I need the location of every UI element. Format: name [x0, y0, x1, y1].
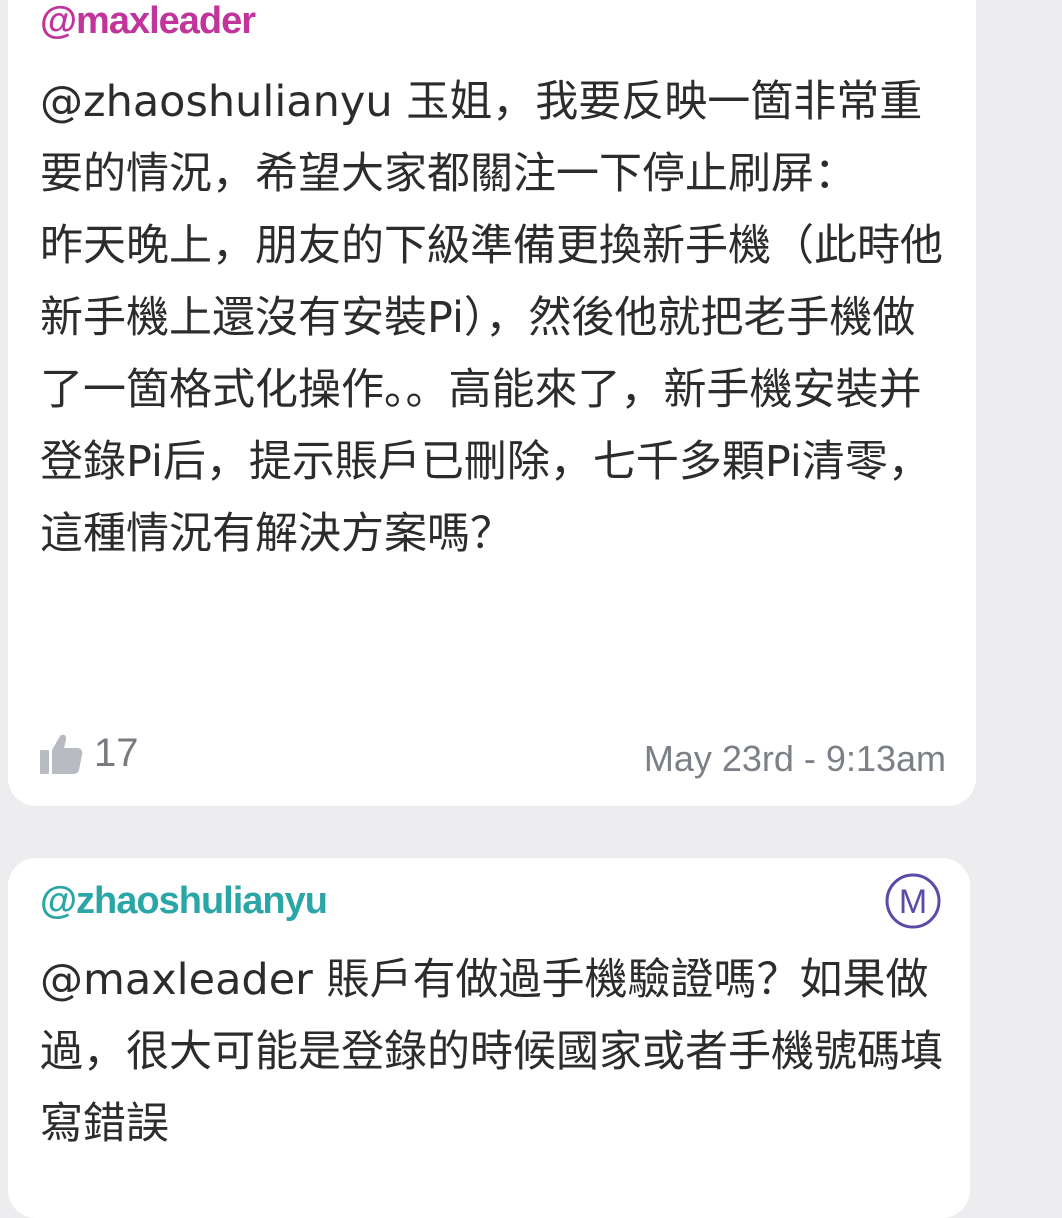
comment-card: @maxleader @zhaoshulianyu 玉姐，我要反映一箇非常重要的…: [8, 0, 976, 806]
thumbs-up-icon: [40, 734, 83, 774]
comment-text: @zhaoshulianyu 玉姐，我要反映一箇非常重要的情況，希望大家都關注一…: [40, 77, 943, 559]
comment-footer: 17 May 23rd - 9:13am: [38, 730, 946, 790]
comment-author[interactable]: @maxleader: [40, 0, 256, 43]
moderator-badge-icon: M: [885, 873, 941, 929]
like-button[interactable]: 17: [38, 730, 139, 776]
comment-timestamp: May 23rd - 9:13am: [643, 738, 946, 779]
comment-text: @maxleader 賬戶有做過手機驗證嗎？如果做過，很大可能是登錄的時候國家或…: [40, 955, 943, 1149]
badge-label: M: [899, 883, 927, 921]
comment-author[interactable]: @zhaoshulianyu: [40, 880, 328, 923]
comment-card: @zhaoshulianyu M @maxleader 賬戶有做過手機驗證嗎？如…: [8, 858, 970, 1218]
likes-count: 17: [94, 730, 139, 775]
